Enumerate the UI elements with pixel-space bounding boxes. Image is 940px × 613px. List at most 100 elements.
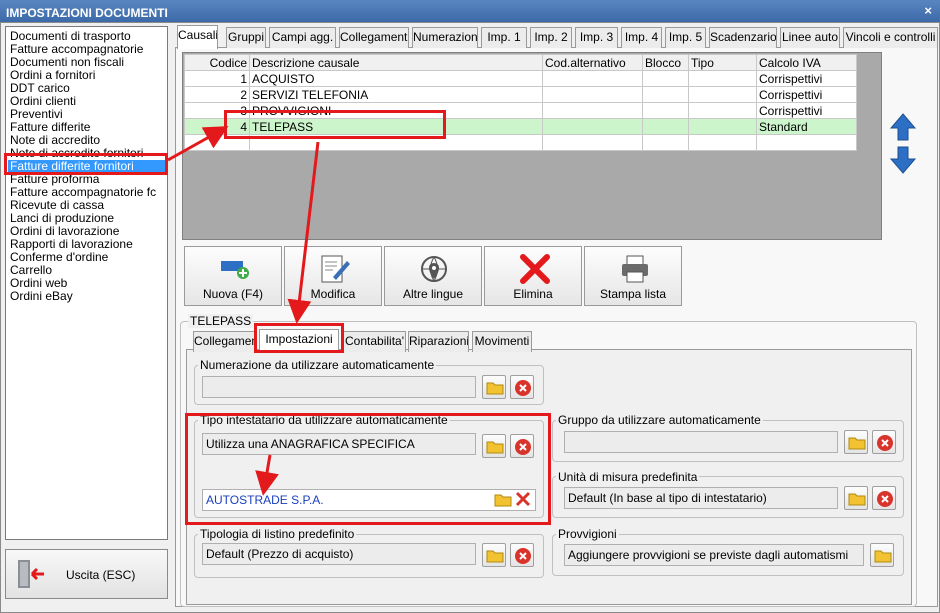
new-button[interactable]: Nuova (F4) (184, 246, 282, 306)
edit-button[interactable]: Modifica (284, 246, 382, 306)
tab-numerazioni[interactable]: Numerazioni (412, 27, 478, 48)
cell (642, 118, 689, 135)
exit-door-icon (18, 560, 44, 588)
move-down-button[interactable] (889, 145, 917, 175)
listino-label: Tipologia di listino predefinito (198, 527, 357, 541)
clear-icon (515, 548, 531, 564)
numerazione-field[interactable] (202, 376, 476, 398)
window-title: IMPOSTAZIONI DOCUMENTI (6, 6, 168, 20)
document-type-list[interactable]: Documenti di trasporto Fatture accompagn… (5, 26, 168, 540)
exit-button[interactable]: Uscita (ESC) (5, 549, 168, 599)
cell (688, 70, 757, 87)
tab-collegamenti[interactable]: Collegamenti (339, 27, 409, 48)
delete-button[interactable]: Elimina (484, 246, 582, 306)
tab-detail-contabilita[interactable]: Contabilita' (343, 331, 406, 352)
tab-detail-collegamenti[interactable]: Collegamenti (193, 331, 255, 352)
folder-icon (874, 550, 892, 563)
tab-imp5[interactable]: Imp. 5 (665, 27, 706, 48)
move-up-button[interactable] (889, 112, 917, 142)
other-languages-label: Altre lingue (402, 287, 464, 301)
cell: 1 (184, 70, 250, 87)
provvigioni-browse-button[interactable] (870, 543, 894, 567)
clear-icon (515, 380, 531, 396)
annotation-box-list-item (4, 153, 168, 175)
cell (688, 86, 757, 103)
cell (688, 118, 757, 135)
detail-group-title: TELEPASS (188, 314, 254, 328)
tab-detail-movimenti[interactable]: Movimenti (472, 331, 532, 352)
globe-icon (421, 256, 447, 282)
annotation-box-intestatario (185, 413, 551, 525)
unita-misura-clear-button[interactable] (872, 486, 896, 510)
numerazione-clear-button[interactable] (510, 375, 534, 399)
column-header[interactable]: Cod.alternativo (542, 54, 643, 71)
column-header[interactable]: Blocco (642, 54, 689, 71)
tab-imp2[interactable]: Imp. 2 (530, 27, 572, 48)
tab-linee-auto[interactable]: Linee auto (780, 27, 840, 48)
tab-imp4[interactable]: Imp. 4 (621, 27, 662, 48)
close-icon[interactable]: × (924, 3, 932, 18)
cell (542, 86, 643, 103)
column-header[interactable]: Codice (184, 54, 250, 71)
cell: SERVIZI TELEFONIA (249, 86, 543, 103)
edit-button-label: Modifica (310, 287, 356, 301)
list-item[interactable]: Ordini eBay (10, 290, 73, 303)
delete-icon (520, 254, 550, 284)
tab-imp3[interactable]: Imp. 3 (575, 27, 618, 48)
tab-imp1[interactable]: Imp. 1 (481, 27, 527, 48)
tab-campi-agg[interactable]: Campi agg. (269, 27, 336, 48)
delete-button-label: Elimina (513, 287, 553, 301)
tab-gruppi[interactable]: Gruppi (226, 27, 266, 48)
folder-icon (486, 382, 504, 395)
cell (642, 86, 689, 103)
cell (688, 102, 757, 119)
cell: Corrispettivi (756, 70, 857, 87)
cell (642, 102, 689, 119)
clear-icon (877, 435, 893, 451)
new-button-label: Nuova (F4) (202, 287, 264, 301)
column-header[interactable]: Calcolo IVA (756, 54, 857, 71)
cell: ACQUISTO (249, 70, 543, 87)
gruppo-field[interactable] (564, 431, 838, 453)
gruppo-browse-button[interactable] (844, 430, 868, 454)
unita-misura-browse-button[interactable] (844, 486, 868, 510)
cell: Standard (756, 118, 857, 135)
cell: Corrispettivi (756, 86, 857, 103)
table-row[interactable]: 1 ACQUISTO Corrispettivi (184, 70, 857, 87)
arrow-down-icon (889, 146, 917, 174)
annotation-box-table-row (224, 110, 446, 139)
provvigioni-field[interactable]: Aggiungere provvigioni se previste dagli… (564, 544, 864, 566)
unita-misura-label: Unità di misura predefinita (556, 470, 700, 484)
cell: 2 (184, 86, 250, 103)
cell (542, 118, 643, 135)
tab-causali[interactable]: Causali (177, 25, 218, 49)
column-header[interactable]: Descrizione causale (249, 54, 543, 71)
unita-misura-field[interactable]: Default (In base al tipo di intestatario… (564, 487, 838, 509)
other-languages-button[interactable]: Altre lingue (384, 246, 482, 306)
cell (642, 134, 689, 151)
gruppo-clear-button[interactable] (872, 430, 896, 454)
exit-label: Uscita (ESC) (66, 568, 136, 582)
listino-browse-button[interactable] (482, 543, 506, 567)
cell (642, 70, 689, 87)
cell (542, 70, 643, 87)
cell (542, 102, 643, 119)
listino-field[interactable]: Default (Prezzo di acquisto) (202, 543, 476, 565)
column-header[interactable]: Tipo (688, 54, 757, 71)
table-header: Codice Descrizione causale Cod.alternati… (184, 54, 857, 71)
edit-icon (321, 255, 350, 283)
cell (688, 134, 757, 151)
table-row[interactable]: 2 SERVIZI TELEFONIA Corrispettivi (184, 86, 857, 103)
tab-vincoli[interactable]: Vincoli e controlli (843, 27, 938, 48)
tab-scadenzario[interactable]: Scadenzario (709, 27, 777, 48)
listino-clear-button[interactable] (510, 543, 534, 567)
print-list-label: Stampa lista (599, 287, 667, 301)
printer-icon (622, 255, 648, 283)
folder-icon (848, 437, 866, 450)
clear-icon (877, 491, 893, 507)
numerazione-browse-button[interactable] (482, 375, 506, 399)
tab-detail-riparazioni[interactable]: Riparazioni (408, 331, 469, 352)
window-titlebar: IMPOSTAZIONI DOCUMENTI × (0, 0, 940, 22)
arrow-up-icon (889, 113, 917, 141)
print-list-button[interactable]: Stampa lista (584, 246, 682, 306)
